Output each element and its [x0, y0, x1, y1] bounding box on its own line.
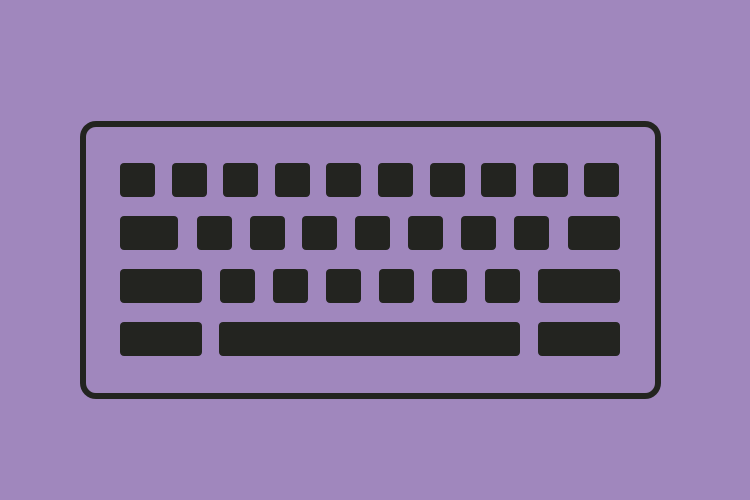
key [538, 269, 620, 303]
key [220, 269, 255, 303]
key [273, 269, 308, 303]
key [197, 216, 232, 250]
spacebar-key [219, 322, 520, 356]
key [432, 269, 467, 303]
key [379, 269, 414, 303]
key [326, 269, 361, 303]
key [430, 163, 465, 197]
keyboard-icon [80, 121, 661, 399]
key [514, 216, 549, 250]
key [302, 216, 337, 250]
key [533, 163, 568, 197]
key [275, 163, 310, 197]
key [355, 216, 390, 250]
key [485, 269, 520, 303]
key [408, 216, 443, 250]
key [120, 216, 178, 250]
key [584, 163, 619, 197]
key [250, 216, 285, 250]
key [538, 322, 620, 356]
key [120, 322, 202, 356]
key [481, 163, 516, 197]
key [326, 163, 361, 197]
key [568, 216, 620, 250]
keyboard-illustration-canvas [0, 0, 750, 500]
key [120, 269, 202, 303]
key [461, 216, 496, 250]
key [172, 163, 207, 197]
key [120, 163, 155, 197]
key [378, 163, 413, 197]
key [223, 163, 258, 197]
